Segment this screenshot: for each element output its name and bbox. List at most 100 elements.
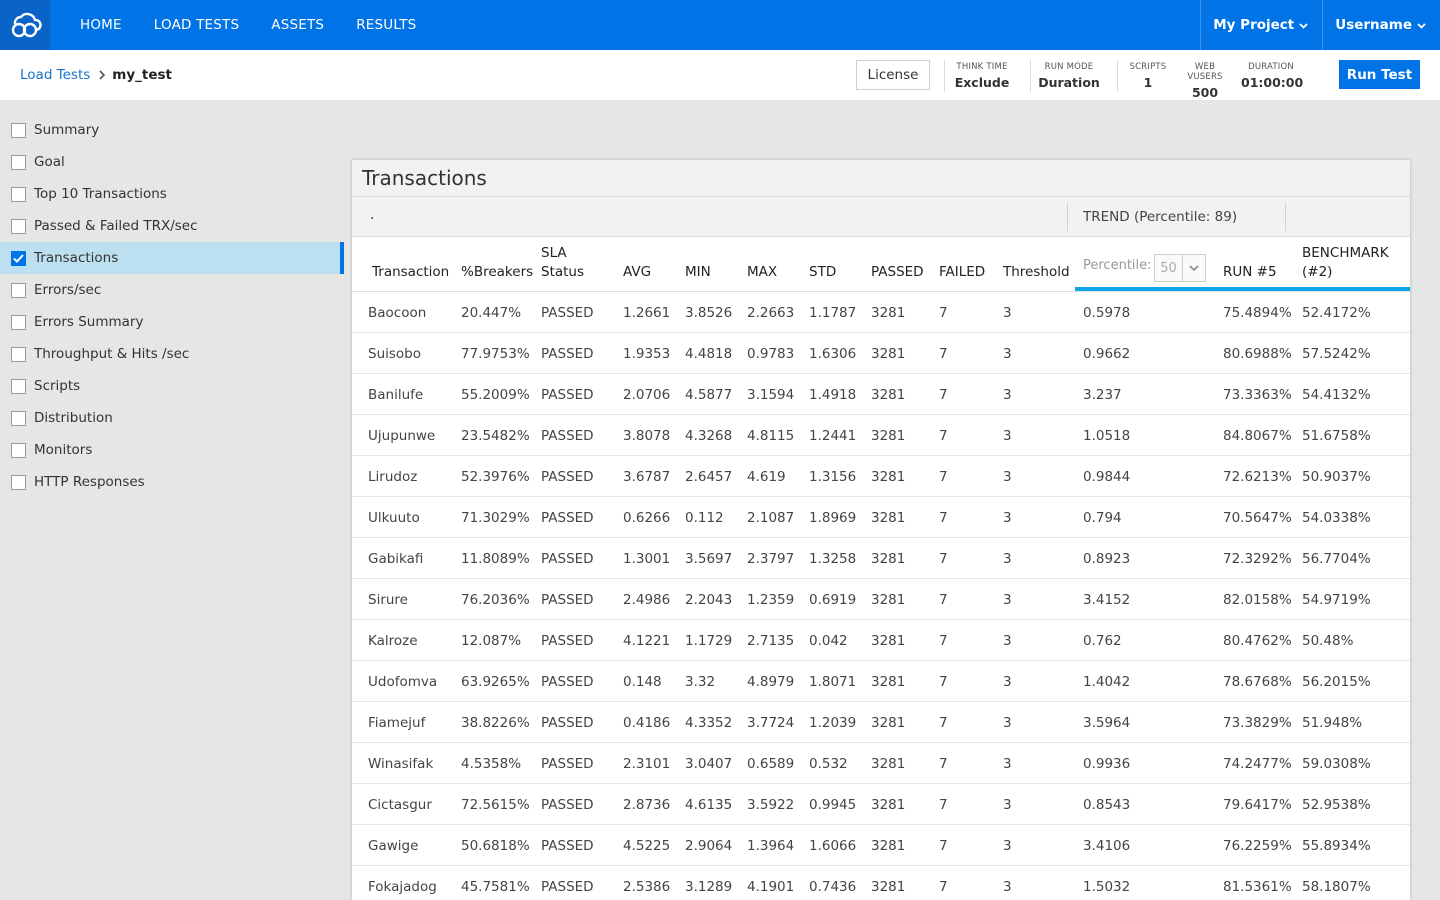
license-button[interactable]: License: [856, 60, 930, 90]
table-row[interactable]: Winasifak 4.5358% PASSED 2.3101 3.0407 0.6589…: [352, 743, 1410, 784]
run-test-button[interactable]: Run Test: [1339, 60, 1420, 89]
cell-max: 3.7724: [747, 714, 795, 731]
transactions-panel: Transactions . TREND (Percentile: 89) Tr…: [352, 160, 1410, 900]
cell-trend-percentile: 0.8543: [1083, 796, 1131, 813]
cell-min: 2.6457: [685, 468, 733, 485]
checkbox-icon[interactable]: [11, 282, 26, 298]
sidebar-item[interactable]: Passed & Failed TRX/sec: [0, 210, 344, 242]
chevron-down-icon: [1299, 17, 1308, 33]
cell-breakers: 72.5615%: [461, 796, 530, 813]
cell-passed: 3281: [871, 837, 906, 854]
col-breakers[interactable]: %Breakers: [461, 263, 533, 282]
checkbox-icon[interactable]: [11, 122, 26, 138]
sidebar-item[interactable]: Throughput & Hits /sec: [0, 338, 344, 370]
nav-assets[interactable]: ASSETS: [271, 17, 324, 33]
cell-run: 73.3363%: [1223, 386, 1292, 403]
table-row[interactable]: Cictasgur 72.5615% PASSED 2.8736 4.6135 3.592…: [352, 784, 1410, 825]
table-row[interactable]: Baocoon 20.447% PASSED 1.2661 3.8526 2.2663 1.…: [352, 292, 1410, 333]
cell-max: 2.3797: [747, 550, 795, 567]
cell-sla-status: PASSED: [541, 550, 594, 567]
cell-run: 79.6417%: [1223, 796, 1292, 813]
checkbox-icon[interactable]: [11, 410, 26, 426]
table-row[interactable]: Fokajadog 45.7581% PASSED 2.5386 3.1289 4.190…: [352, 866, 1410, 900]
cell-trend-percentile: 0.762: [1083, 632, 1122, 649]
table-row[interactable]: Ujupunwe 23.5482% PASSED 3.8078 4.3268 4.8115…: [352, 415, 1410, 456]
col-threshold[interactable]: Threshold: [1003, 263, 1070, 282]
app-logo-icon[interactable]: [0, 0, 50, 50]
col-failed[interactable]: FAILED: [939, 263, 985, 282]
sidebar-item[interactable]: Errors Summary: [0, 306, 344, 338]
stat-value: 500: [1191, 85, 1219, 100]
nav-load-tests[interactable]: LOAD TESTS: [154, 17, 240, 33]
col-std[interactable]: STD: [809, 263, 836, 282]
cell-trend-percentile: 0.9936: [1083, 755, 1131, 772]
checkbox-icon[interactable]: [11, 378, 26, 394]
table-row[interactable]: Kalroze 12.087% PASSED 4.1221 1.1729 2.7135 0.…: [352, 620, 1410, 661]
sidebar-item[interactable]: Errors/sec: [0, 274, 344, 306]
col-benchmark[interactable]: BENCHMARK (#2): [1302, 244, 1389, 282]
cell-run: 80.6988%: [1223, 345, 1292, 362]
sidebar-item[interactable]: HTTP Responses: [0, 466, 344, 498]
cell-threshold: 3: [1003, 837, 1012, 854]
stat-value: Duration: [1038, 75, 1100, 90]
checkbox-icon[interactable]: [11, 346, 26, 362]
percentile-select[interactable]: 50: [1154, 254, 1206, 282]
cell-threshold: 3: [1003, 714, 1012, 731]
cell-transaction: Kalroze: [368, 632, 418, 649]
cell-run: 74.2477%: [1223, 755, 1292, 772]
cell-failed: 7: [939, 755, 948, 772]
cell-threshold: 3: [1003, 304, 1012, 321]
checkbox-icon[interactable]: [11, 442, 26, 458]
sidebar-item[interactable]: Transactions: [0, 242, 344, 274]
sidebar-item[interactable]: Scripts: [0, 370, 344, 402]
table-row[interactable]: Gabikafi 11.8089% PASSED 1.3001 3.5697 2.3797…: [352, 538, 1410, 579]
checkbox-icon[interactable]: [11, 314, 26, 330]
cell-std: 1.4918: [809, 386, 857, 403]
cell-breakers: 71.3029%: [461, 509, 530, 526]
cell-threshold: 3: [1003, 878, 1012, 895]
column-group-bar: . TREND (Percentile: 89): [352, 197, 1410, 237]
cell-run: 76.2259%: [1223, 837, 1292, 854]
sidebar-item[interactable]: Distribution: [0, 402, 344, 434]
checkbox-icon[interactable]: [11, 474, 26, 490]
cell-failed: 7: [939, 550, 948, 567]
col-passed[interactable]: PASSED: [871, 263, 924, 282]
table-row[interactable]: Sirure 76.2036% PASSED 2.4986 2.2043 1.2359 0.…: [352, 579, 1410, 620]
col-sla-status[interactable]: SLA Status: [541, 244, 584, 282]
nav-results[interactable]: RESULTS: [356, 17, 416, 33]
col-avg[interactable]: AVG: [623, 263, 651, 282]
cell-sla-status: PASSED: [541, 468, 594, 485]
table-row[interactable]: Ulkuuto 71.3029% PASSED 0.6266 0.112 2.1087 1.…: [352, 497, 1410, 538]
table-row[interactable]: Lirudoz 52.3976% PASSED 3.6787 2.6457 4.619 1.…: [352, 456, 1410, 497]
nav-home[interactable]: HOME: [80, 17, 122, 33]
col-max[interactable]: MAX: [747, 263, 777, 282]
table-row[interactable]: Banilufe 55.2009% PASSED 2.0706 4.5877 3.1594…: [352, 374, 1410, 415]
cell-failed: 7: [939, 878, 948, 895]
sidebar-item[interactable]: Top 10 Transactions: [0, 178, 344, 210]
col-run[interactable]: RUN #5: [1223, 263, 1277, 282]
checkbox-icon[interactable]: [11, 186, 26, 202]
table-header: Transaction %Breakers SLA Status AVG MIN…: [352, 237, 1410, 292]
table-row[interactable]: Gawige 50.6818% PASSED 4.5225 2.9064 1.3964 1.…: [352, 825, 1410, 866]
cell-trend-percentile: 0.5978: [1083, 304, 1131, 321]
cell-sla-status: PASSED: [541, 345, 594, 362]
checkbox-checked-icon[interactable]: [11, 250, 26, 266]
sidebar-item[interactable]: Monitors: [0, 434, 344, 466]
table-row[interactable]: Udofomva 63.9265% PASSED 0.148 3.32 4.8979 1.8…: [352, 661, 1410, 702]
project-dropdown[interactable]: My Project: [1200, 0, 1322, 50]
user-dropdown[interactable]: Username: [1322, 0, 1440, 50]
sidebar-item[interactable]: Goal: [0, 146, 344, 178]
col-min[interactable]: MIN: [685, 263, 711, 282]
cell-run: 81.5361%: [1223, 878, 1292, 895]
table-row[interactable]: Suisobo 77.9753% PASSED 1.9353 4.4818 0.9783 1…: [352, 333, 1410, 374]
sidebar-item-label: Passed & Failed TRX/sec: [34, 218, 198, 234]
breadcrumb-load-tests[interactable]: Load Tests: [20, 67, 90, 83]
sidebar-item[interactable]: Summary: [0, 114, 344, 146]
table-row[interactable]: Fiamejuf 38.8226% PASSED 0.4186 4.3352 3.7724…: [352, 702, 1410, 743]
col-transaction[interactable]: Transaction: [372, 263, 449, 282]
checkbox-icon[interactable]: [11, 218, 26, 234]
checkbox-icon[interactable]: [11, 154, 26, 170]
cell-breakers: 11.8089%: [461, 550, 530, 567]
cell-std: 0.532: [809, 755, 848, 772]
sidebar-item-label: Top 10 Transactions: [34, 186, 167, 202]
